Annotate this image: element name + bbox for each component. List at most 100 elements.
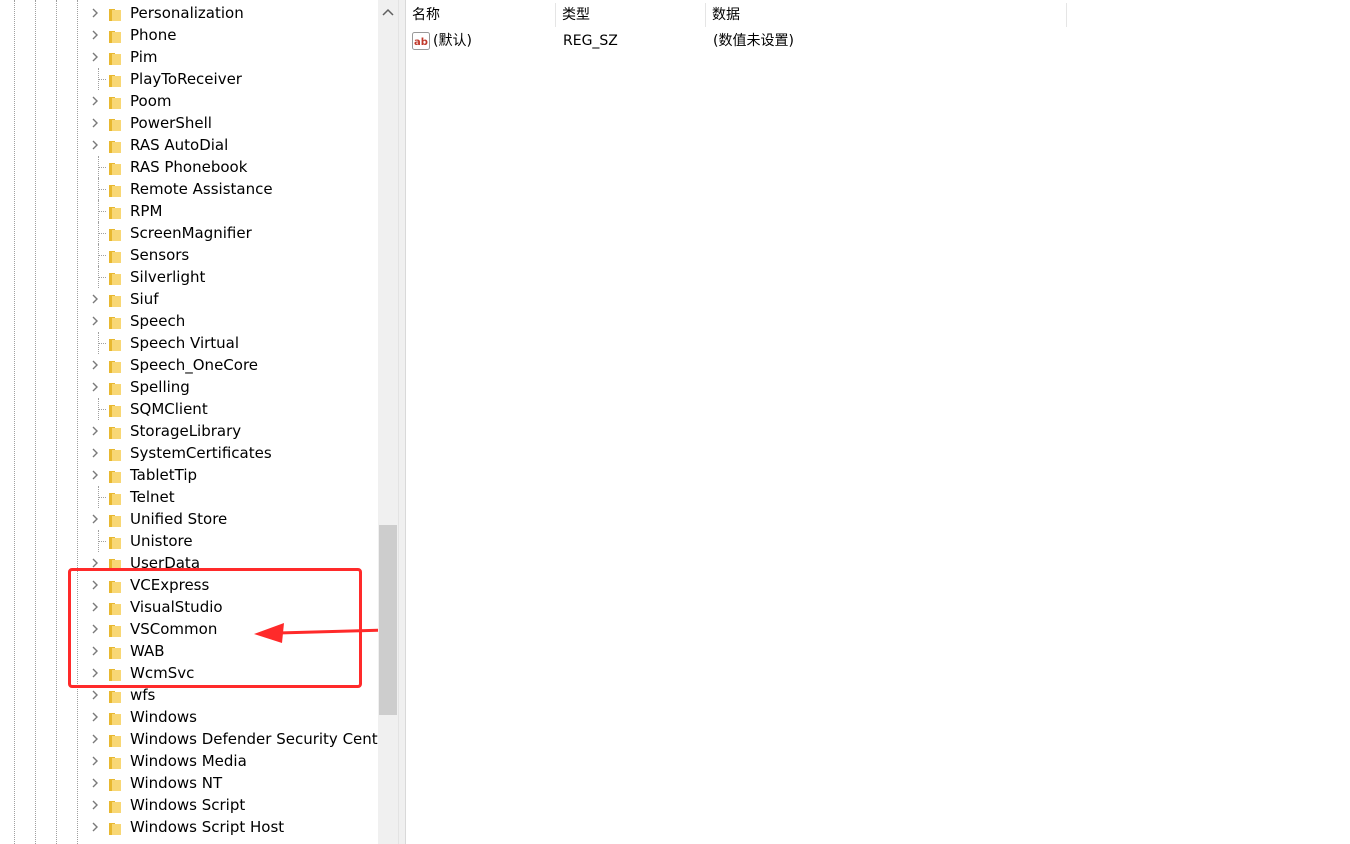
chevron-right-icon[interactable]	[89, 112, 103, 134]
tree-item[interactable]: Windows NT	[0, 772, 378, 794]
tree-item[interactable]: wfs	[0, 684, 378, 706]
registry-tree-pane[interactable]: Personalization Phone Pim PlayToReceiver Poo…	[0, 0, 378, 844]
tree-item-label: SystemCertificates	[130, 444, 272, 462]
tree-item[interactable]: WcmSvc	[0, 662, 378, 684]
tree-connector	[98, 343, 106, 344]
chevron-right-icon[interactable]	[89, 838, 103, 844]
folder-icon	[108, 28, 122, 43]
tree-item[interactable]: RPM	[0, 200, 378, 222]
tree-item-label: Windows	[130, 708, 197, 726]
chevron-right-icon[interactable]	[89, 750, 103, 772]
tree-item[interactable]: PowerShell	[0, 112, 378, 134]
folder-icon	[108, 292, 122, 307]
tree-item[interactable]: SystemCertificates	[0, 442, 378, 464]
tree-item[interactable]: Unistore	[0, 530, 378, 552]
column-header-data[interactable]: 数据	[706, 3, 1067, 27]
tree-item[interactable]: Speech_OneCore	[0, 354, 378, 376]
tree-item[interactable]: Phone	[0, 24, 378, 46]
tree-item[interactable]: Silverlight	[0, 266, 378, 288]
tree-item[interactable]: Siuf	[0, 288, 378, 310]
tree-item-label: Unistore	[130, 532, 193, 550]
tree-item-label: RPM	[130, 202, 163, 220]
tree-item[interactable]	[0, 838, 378, 844]
tree-item[interactable]: Remote Assistance	[0, 178, 378, 200]
tree-item[interactable]: SQMClient	[0, 398, 378, 420]
registry-values-pane[interactable]: 名称 类型 数据 ab (默认) REG_SZ (数值未设置)	[406, 0, 1350, 844]
tree-item[interactable]: Spelling	[0, 376, 378, 398]
tree-item[interactable]: VSCommon	[0, 618, 378, 640]
chevron-right-icon[interactable]	[89, 288, 103, 310]
folder-icon	[108, 688, 122, 703]
chevron-right-icon[interactable]	[89, 354, 103, 376]
tree-item[interactable]: VisualStudio	[0, 596, 378, 618]
tree-item[interactable]: VCExpress	[0, 574, 378, 596]
tree-item[interactable]: Unified Store	[0, 508, 378, 530]
folder-icon	[108, 600, 122, 615]
tree-item[interactable]: Speech	[0, 310, 378, 332]
tree-item-label: Phone	[130, 26, 177, 44]
folder-icon	[108, 248, 122, 263]
tree-item[interactable]: Sensors	[0, 244, 378, 266]
tree-item[interactable]: StorageLibrary	[0, 420, 378, 442]
chevron-right-icon[interactable]	[89, 794, 103, 816]
chevron-right-icon[interactable]	[89, 772, 103, 794]
tree-item[interactable]: ScreenMagnifier	[0, 222, 378, 244]
tree-scrollbar[interactable]	[378, 0, 398, 844]
folder-icon	[108, 160, 122, 175]
tree-item-label: Telnet	[130, 488, 175, 506]
tree-item[interactable]: Windows	[0, 706, 378, 728]
chevron-right-icon[interactable]	[89, 508, 103, 530]
chevron-right-icon[interactable]	[89, 24, 103, 46]
folder-icon	[108, 204, 122, 219]
tree-connector	[98, 233, 106, 234]
tree-item[interactable]: UserData	[0, 552, 378, 574]
chevron-right-icon[interactable]	[89, 310, 103, 332]
column-header-type[interactable]: 类型	[556, 3, 706, 27]
tree-item[interactable]: TabletTip	[0, 464, 378, 486]
chevron-right-icon[interactable]	[89, 552, 103, 574]
tree-connector	[98, 541, 106, 542]
chevron-right-icon[interactable]	[89, 728, 103, 750]
tree-item[interactable]: Poom	[0, 90, 378, 112]
tree-item[interactable]: Speech Virtual	[0, 332, 378, 354]
tree-item-label: Personalization	[130, 4, 244, 22]
tree-item[interactable]: Telnet	[0, 486, 378, 508]
chevron-right-icon[interactable]	[89, 574, 103, 596]
folder-icon	[108, 622, 122, 637]
tree-item[interactable]: RAS Phonebook	[0, 156, 378, 178]
tree-item[interactable]: Windows Defender Security Center	[0, 728, 378, 750]
folder-icon	[108, 6, 122, 21]
tree-item[interactable]: RAS AutoDial	[0, 134, 378, 156]
tree-item[interactable]: PlayToReceiver	[0, 68, 378, 90]
tree-connector	[98, 277, 106, 278]
chevron-right-icon[interactable]	[89, 134, 103, 156]
tree-item-label: RAS AutoDial	[130, 136, 229, 154]
tree-item-label: wfs	[130, 686, 156, 704]
scrollbar-thumb[interactable]	[379, 525, 397, 715]
chevron-right-icon[interactable]	[89, 442, 103, 464]
chevron-right-icon[interactable]	[89, 618, 103, 640]
svg-text:ab: ab	[414, 37, 428, 48]
tree-item[interactable]: Pim	[0, 46, 378, 68]
chevron-right-icon[interactable]	[89, 46, 103, 68]
chevron-right-icon[interactable]	[89, 376, 103, 398]
tree-item[interactable]: Windows Script	[0, 794, 378, 816]
chevron-right-icon[interactable]	[89, 596, 103, 618]
chevron-right-icon[interactable]	[89, 464, 103, 486]
tree-item[interactable]: Windows Script Host	[0, 816, 378, 838]
chevron-right-icon[interactable]	[89, 706, 103, 728]
chevron-right-icon[interactable]	[89, 662, 103, 684]
chevron-right-icon[interactable]	[89, 684, 103, 706]
chevron-right-icon[interactable]	[89, 420, 103, 442]
pane-splitter[interactable]	[398, 0, 406, 844]
tree-item[interactable]: WAB	[0, 640, 378, 662]
tree-item[interactable]: Windows Media	[0, 750, 378, 772]
chevron-right-icon[interactable]	[89, 90, 103, 112]
tree-item[interactable]: Personalization	[0, 2, 378, 24]
scroll-up-arrow-icon[interactable]	[378, 0, 398, 22]
chevron-right-icon[interactable]	[89, 640, 103, 662]
chevron-right-icon[interactable]	[89, 2, 103, 24]
chevron-right-icon[interactable]	[89, 816, 103, 838]
column-header-name[interactable]: 名称	[406, 3, 556, 27]
folder-icon	[108, 534, 122, 549]
